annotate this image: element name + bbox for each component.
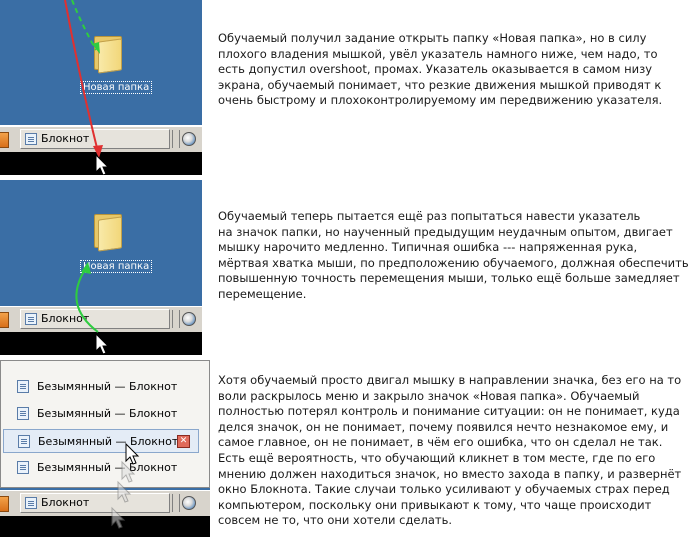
text-line: перемещение.: [218, 286, 307, 301]
intended-path-arrowhead: [92, 42, 100, 54]
text-line: плохого владения мышкой, увёл указатель …: [218, 46, 658, 61]
mouse-cursor-icon: [125, 442, 140, 465]
text-line: мнению должен находиться значок, но вмес…: [218, 466, 682, 481]
text-line: Хотя обучаемый просто двигал мышку в нап…: [218, 373, 682, 387]
overshoot-path-arrowhead: [93, 145, 103, 158]
text-line: очень быстрому и плохоконтролируемому им…: [218, 93, 663, 108]
text-line: компьютером, поскольку они привыкают к т…: [218, 497, 652, 512]
text-line: делся значок, он не понимает, почему поя…: [218, 419, 669, 434]
mouse-cursor-trail-icon: [111, 460, 136, 529]
slow-path-arrowhead: [81, 262, 91, 274]
text-line: повышенную точность перемещения мыши, то…: [218, 271, 680, 286]
text-line: мышку нарочито медленно. Типичная ошибка…: [218, 240, 638, 255]
slow-path-green: [75, 267, 99, 333]
text-line: окно Блокнота. Такие случаи только усили…: [218, 482, 670, 497]
paragraph-slow-move: Обучаемый теперь пытается ещё раз попыта…: [218, 209, 689, 303]
text-line: Есть ещё вероятность, что обучающий клик…: [218, 450, 656, 465]
text-line: воли раскрылось меню и закрыло значок «Н…: [218, 388, 640, 403]
paragraph-overshoot: Обучаемый получил задание открыть папку …: [218, 31, 662, 109]
intended-path-green-dashed: [71, 0, 97, 51]
text-line: есть допустил overshoot, промах. Указате…: [218, 62, 653, 77]
text-line: Обучаемый теперь пытается ещё раз попыта…: [218, 209, 641, 223]
mouse-cursor-icon: [95, 332, 110, 355]
text-line: полностью потерял контроль и понимание с…: [218, 404, 680, 419]
text-line: на значок папки, но наученный предыдущим…: [218, 224, 673, 239]
overshoot-path-red: [64, 0, 99, 153]
pointer-paths: [64, 0, 110, 175]
text-line: Обучаемый получил задание открыть папку …: [218, 31, 647, 45]
cursor-trail: [111, 442, 140, 529]
text-line: совсем не то, что они хотели сделать.: [218, 513, 453, 528]
screenshot-panel-overshoot: Новая папка Блокнот: [0, 0, 202, 175]
text-line: мёртвая хватка мыши, по предположению об…: [218, 255, 689, 270]
paragraph-menu-confusion: Хотя обучаемый просто двигал мышку в нап…: [218, 373, 681, 529]
pointer-paths: [75, 262, 110, 355]
text-line: самое главное, он не понимает, в чём его…: [218, 435, 663, 450]
text-line: экрана, обучаемый понимает, что резкие д…: [218, 77, 662, 92]
mouse-cursor-icon: [95, 153, 110, 175]
screenshot-panel-slow-move: Новая папка Блокнот: [0, 180, 202, 355]
